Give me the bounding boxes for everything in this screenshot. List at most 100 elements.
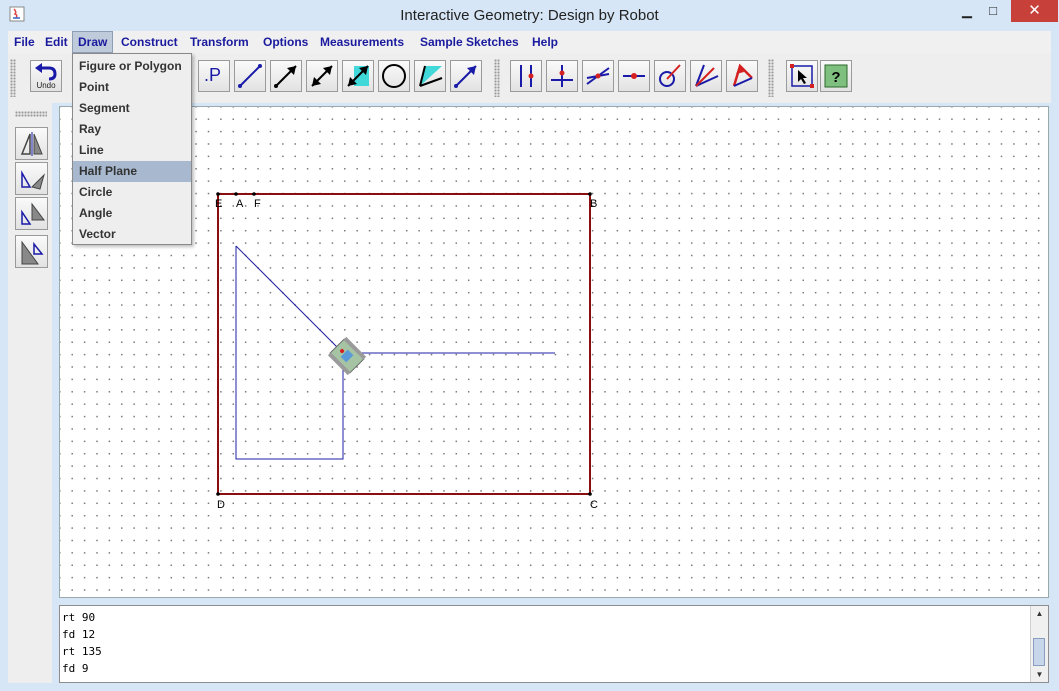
- drawing-canvas[interactable]: E A F B C D: [59, 106, 1049, 598]
- circle-construct-tool-button[interactable]: [654, 60, 686, 92]
- scroll-thumb[interactable]: [1033, 638, 1045, 666]
- menu-measurements[interactable]: Measurements: [315, 31, 409, 53]
- toolbar-grip-3[interactable]: [768, 59, 774, 97]
- menu-construct[interactable]: Construct: [116, 31, 183, 53]
- point-a[interactable]: [234, 192, 238, 196]
- scroll-up-icon[interactable]: ▲: [1031, 606, 1048, 621]
- menu-item-vector[interactable]: Vector: [73, 224, 191, 245]
- draw-menu-dropdown: Figure or Polygon Point Segment Ray Line…: [72, 53, 192, 245]
- label-c: C: [590, 499, 598, 511]
- menu-item-half-plane[interactable]: Half Plane: [73, 161, 191, 182]
- parallel-icon: [520, 65, 534, 87]
- perpendicular-tool-button[interactable]: [546, 60, 578, 92]
- console-line: rt 90: [62, 611, 96, 624]
- console-line: rt 135: [62, 645, 102, 658]
- intersect-icon: [586, 67, 610, 85]
- menu-sample-sketches[interactable]: Sample Sketches: [415, 31, 524, 53]
- angle-bisector-icon: [695, 64, 719, 87]
- translate-icon: [21, 240, 44, 265]
- vector-icon: [347, 65, 369, 87]
- undo-button[interactable]: Undo: [30, 60, 62, 92]
- console-line: fd 9: [62, 662, 89, 675]
- vector-construct-tool-button[interactable]: [726, 60, 758, 92]
- robot-path-diagonal: [235, 245, 344, 354]
- maximize-button[interactable]: □: [982, 0, 1004, 22]
- menu-bar: File Edit Draw Construct Transform Optio…: [8, 31, 1051, 53]
- sidebar-grip[interactable]: [15, 111, 47, 117]
- intersect-tool-button[interactable]: [582, 60, 614, 92]
- scroll-down-icon[interactable]: ▼: [1031, 667, 1048, 682]
- reflect-icon: [20, 132, 43, 156]
- point-e[interactable]: [216, 192, 220, 196]
- midpoint-tool-button[interactable]: [618, 60, 650, 92]
- console-line: fd 12: [62, 628, 96, 641]
- undo-label: Undo: [36, 81, 56, 90]
- rectangle-abcd[interactable]: [217, 193, 591, 495]
- menu-item-line[interactable]: Line: [73, 140, 191, 161]
- circle-tool-button[interactable]: [378, 60, 410, 92]
- midpoint-icon: [623, 73, 645, 79]
- rotate-button[interactable]: [15, 162, 48, 195]
- svg-text:?: ?: [831, 69, 840, 86]
- menu-draw[interactable]: Draw: [72, 31, 114, 53]
- ray-icon: [274, 65, 297, 88]
- menu-edit[interactable]: Edit: [40, 31, 73, 53]
- point-tool-button[interactable]: .P: [198, 60, 230, 92]
- point-icon: .P: [204, 65, 222, 85]
- help-icon: ?: [824, 64, 848, 88]
- translate-button[interactable]: [15, 235, 48, 268]
- toolbar-grip-2[interactable]: [494, 59, 500, 97]
- label-f: F: [254, 198, 261, 210]
- parallel-tool-button[interactable]: [510, 60, 542, 92]
- help-button[interactable]: ?: [820, 60, 852, 92]
- segment-icon: [238, 64, 262, 88]
- menu-item-circle[interactable]: Circle: [73, 182, 191, 203]
- select-tool-button[interactable]: [786, 60, 818, 92]
- robot-path: [235, 246, 555, 460]
- vector-tool-button[interactable]: [342, 60, 374, 92]
- window-title: Interactive Geometry: Design by Robot: [400, 7, 659, 24]
- angle-bisector-tool-button[interactable]: [690, 60, 722, 92]
- circle-icon: [382, 64, 406, 88]
- point-d[interactable]: [216, 492, 220, 496]
- menu-item-angle[interactable]: Angle: [73, 203, 191, 224]
- menu-help[interactable]: Help: [527, 31, 563, 53]
- close-button[interactable]: ✕: [1011, 0, 1058, 22]
- dilate-icon: [21, 202, 45, 225]
- dilate-button[interactable]: [15, 197, 48, 230]
- title-bar: Interactive Geometry: Design by Robot ▁ …: [0, 0, 1059, 31]
- label-b: B: [590, 198, 598, 210]
- vector-ray-icon: [454, 65, 477, 88]
- point-c[interactable]: [588, 492, 592, 496]
- half-plane-icon: [419, 65, 443, 87]
- segment-tool-button[interactable]: [234, 60, 266, 92]
- half-plane-tool-button[interactable]: [414, 60, 446, 92]
- label-a: A: [236, 198, 244, 210]
- point-b[interactable]: [588, 192, 592, 196]
- menu-item-point[interactable]: Point: [73, 77, 191, 98]
- select-tool-icon: [790, 64, 814, 88]
- vector-ray-tool-button[interactable]: [450, 60, 482, 92]
- point-f[interactable]: [252, 192, 256, 196]
- menu-options[interactable]: Options: [258, 31, 313, 53]
- menu-transform[interactable]: Transform: [185, 31, 254, 53]
- perpendicular-icon: [551, 65, 573, 87]
- command-console[interactable]: rt 90 fd 12 rt 135 fd 9 ▲ ▼: [59, 605, 1049, 683]
- console-scrollbar[interactable]: ▲ ▼: [1030, 606, 1048, 682]
- minimize-button[interactable]: ▁: [956, 0, 978, 22]
- ray-tool-button[interactable]: [270, 60, 302, 92]
- line-icon: [311, 65, 333, 87]
- reflect-button[interactable]: [15, 127, 48, 160]
- toolbar-grip[interactable]: [10, 59, 16, 97]
- rotate-icon: [21, 170, 46, 190]
- menu-item-figure-or-polygon[interactable]: Figure or Polygon: [73, 56, 191, 77]
- line-tool-button[interactable]: [306, 60, 338, 92]
- vector-construct-icon: [732, 63, 753, 87]
- menu-item-ray[interactable]: Ray: [73, 119, 191, 140]
- circle-construct-icon: [659, 64, 681, 87]
- label-e: E: [215, 198, 223, 210]
- menu-file[interactable]: File: [9, 31, 40, 53]
- menu-item-segment[interactable]: Segment: [73, 98, 191, 119]
- undo-icon: [35, 63, 57, 81]
- label-d: D: [217, 499, 225, 511]
